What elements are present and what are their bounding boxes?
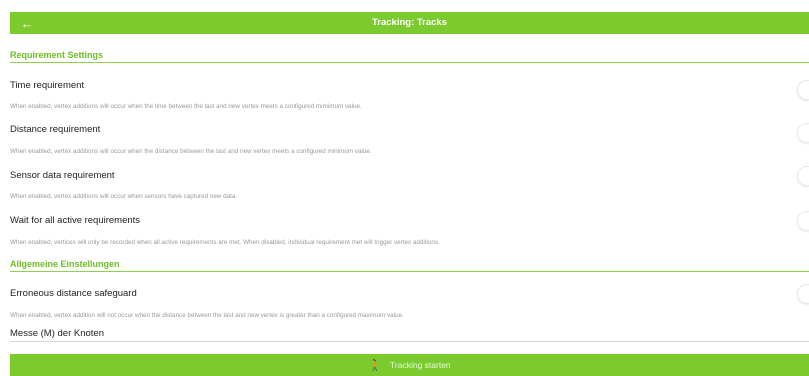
- page-title: Tracking: Tracks: [372, 17, 447, 28]
- header-bar: ← Tracking: Tracks: [10, 12, 809, 34]
- setting-label: Distance requirement: [10, 124, 101, 135]
- back-button[interactable]: ←: [16, 12, 38, 34]
- section-title-requirements: Requirement Settings: [10, 48, 809, 63]
- time-requirement-toggle[interactable]: [797, 80, 809, 100]
- wait-all-requirements-toggle[interactable]: [797, 211, 809, 231]
- section-title-general: Allgemeine Einstellungen: [10, 257, 809, 272]
- walking-person-icon: 🚶: [368, 359, 383, 372]
- setting-description: When enabled, vertex addition will not o…: [10, 312, 404, 319]
- erroneous-distance-toggle[interactable]: [797, 284, 809, 304]
- setting-label: Time requirement: [10, 80, 85, 91]
- start-tracking-button[interactable]: 🚶 Tracking starten: [10, 354, 809, 376]
- start-tracking-label: Tracking starten: [390, 360, 451, 370]
- node-measure-field-underline: [10, 341, 809, 342]
- node-measure-field-label[interactable]: Messe (M) der Knoten: [10, 328, 104, 339]
- sensor-data-requirement-toggle[interactable]: [797, 166, 809, 186]
- setting-label: Erroneous distance safeguard: [10, 288, 137, 299]
- setting-description: When enabled, vertex additions will occu…: [10, 148, 372, 155]
- distance-requirement-toggle[interactable]: [797, 123, 809, 143]
- arrow-left-icon: ←: [20, 15, 34, 31]
- setting-description: When enabled, vertex additions will occu…: [10, 193, 238, 200]
- setting-label: Sensor data requirement: [10, 170, 115, 181]
- setting-description: When enabled, vertex additions will occu…: [10, 103, 362, 110]
- setting-label: Wait for all active requirements: [10, 215, 141, 226]
- setting-description: When enabled, vertices will only be reco…: [10, 239, 440, 246]
